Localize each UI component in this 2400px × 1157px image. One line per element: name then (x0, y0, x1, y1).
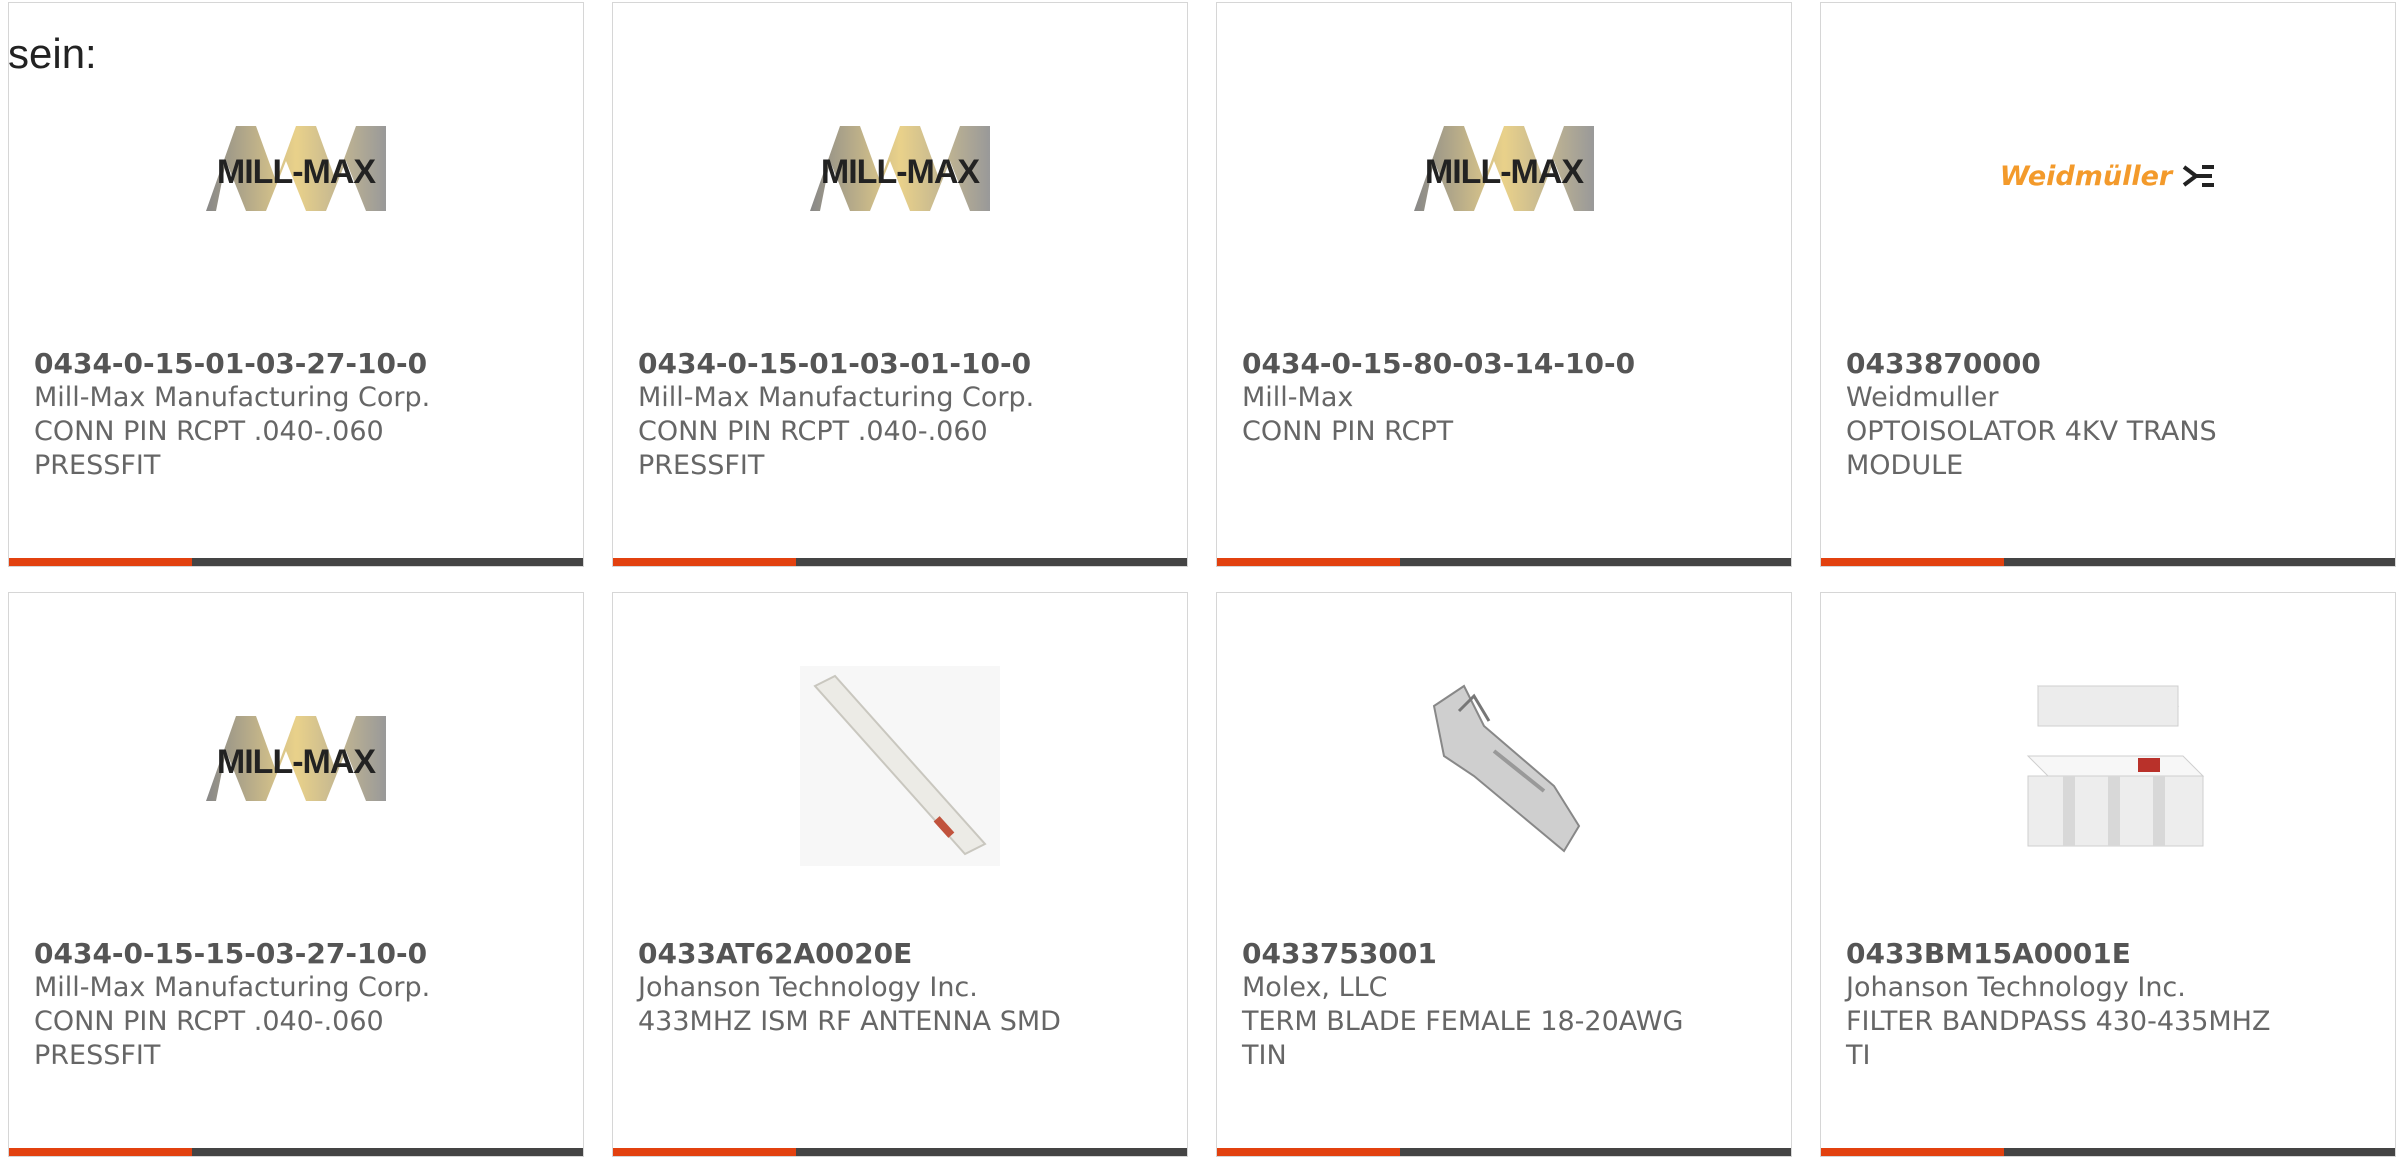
progress-bar (613, 558, 1187, 566)
product-card[interactable]: MILL-MAX 0434-0-15-01-03-27-10-0 Mill-Ma… (8, 2, 584, 567)
product-card[interactable]: MILL-MAX 0434-0-15-80-03-14-10-0 Mill-Ma… (1216, 2, 1792, 567)
part-number[interactable]: 0433870000 (1846, 347, 2375, 381)
manufacturer: Molex, LLC (1242, 972, 1388, 1003)
description-line: 433MHZ ISM RF ANTENNA SMD (638, 1006, 1061, 1037)
manufacturer: Johanson Technology Inc. (638, 972, 978, 1003)
chip-antenna-photo (800, 666, 1000, 866)
bar-accent (613, 558, 796, 566)
product-image[interactable] (613, 666, 1187, 866)
product-card[interactable]: 0433AT62A0020E Johanson Technology Inc. … (612, 592, 1188, 1157)
product-grid: MILL-MAX 0434-0-15-01-03-27-10-0 Mill-Ma… (0, 0, 2400, 1157)
product-info: 0434-0-15-15-03-27-10-0 Mill-Max Manufac… (34, 937, 563, 1073)
manufacturer: Mill-Max Manufacturing Corp. (34, 972, 431, 1003)
manufacturer: Johanson Technology Inc. (1846, 972, 2186, 1003)
product-info: 0433870000 Weidmuller OPTOISOLATOR 4KV T… (1846, 347, 2375, 483)
product-info: 0434-0-15-01-03-27-10-0 Mill-Max Manufac… (34, 347, 563, 483)
product-image[interactable]: MILL-MAX (9, 681, 583, 851)
weidmuller-logo: Weidmüller (2000, 161, 2216, 192)
mill-max-logo: MILL-MAX (810, 126, 990, 211)
progress-bar (1821, 558, 2395, 566)
svg-text:MILL-MAX: MILL-MAX (217, 153, 377, 191)
svg-text:MILL-MAX: MILL-MAX (1425, 153, 1585, 191)
bar-accent (1821, 558, 2004, 566)
smd-filter-photo (2026, 685, 2205, 847)
product-card[interactable]: 0433753001 Molex, LLC TERM BLADE FEMALE … (1216, 592, 1792, 1157)
description-line: CONN PIN RCPT .040-.060 (34, 1006, 384, 1037)
product-card[interactable]: Weidmüller 0433870000 Weidmuller OPTOISO… (1820, 2, 2396, 567)
product-image[interactable] (1217, 681, 1791, 853)
description-line: PRESSFIT (34, 450, 161, 481)
description-line: TI (1846, 1040, 1871, 1071)
weidmuller-mark-icon (2183, 165, 2215, 187)
description-line: FILTER BANDPASS 430-435MHZ (1846, 1006, 2271, 1037)
mill-max-logo: MILL-MAX (206, 716, 386, 801)
description-line: CONN PIN RCPT .040-.060 (638, 416, 988, 447)
part-number[interactable]: 0434-0-15-01-03-01-10-0 (638, 347, 1167, 381)
manufacturer: Weidmuller (1846, 382, 1999, 413)
weidmuller-logo-text: Weidmüller (1999, 160, 2173, 192)
product-image[interactable]: MILL-MAX (613, 91, 1187, 261)
part-number[interactable]: 0434-0-15-01-03-27-10-0 (34, 347, 563, 381)
description-line: CONN PIN RCPT (1242, 416, 1454, 447)
product-card[interactable]: MILL-MAX 0434-0-15-01-03-01-10-0 Mill-Ma… (612, 2, 1188, 567)
bar-accent (1217, 558, 1400, 566)
product-card[interactable]: 0433BM15A0001E Johanson Technology Inc. … (1820, 592, 2396, 1157)
product-image[interactable]: Weidmüller (1821, 91, 2395, 261)
description-line: PRESSFIT (638, 450, 765, 481)
intro-text: sein: (8, 30, 97, 77)
part-number[interactable]: 0433AT62A0020E (638, 937, 1167, 971)
part-number[interactable]: 0434-0-15-15-03-27-10-0 (34, 937, 563, 971)
mill-max-logo: MILL-MAX (1414, 126, 1594, 211)
part-number[interactable]: 0434-0-15-80-03-14-10-0 (1242, 347, 1771, 381)
product-info: 0434-0-15-80-03-14-10-0 Mill-Max CONN PI… (1242, 347, 1771, 449)
product-card[interactable]: MILL-MAX 0434-0-15-15-03-27-10-0 Mill-Ma… (8, 592, 584, 1157)
svg-text:MILL-MAX: MILL-MAX (217, 743, 377, 781)
progress-bar (1217, 558, 1791, 566)
part-number[interactable]: 0433753001 (1242, 937, 1771, 971)
svg-text:MILL-MAX: MILL-MAX (821, 153, 981, 191)
description-line: TERM BLADE FEMALE 18-20AWG (1242, 1006, 1684, 1037)
description-line: CONN PIN RCPT .040-.060 (34, 416, 384, 447)
product-info: 0433753001 Molex, LLC TERM BLADE FEMALE … (1242, 937, 1771, 1073)
part-number[interactable]: 0433BM15A0001E (1846, 937, 2375, 971)
crimp-terminal-photo (1432, 684, 1581, 853)
product-info: 0433BM15A0001E Johanson Technology Inc. … (1846, 937, 2375, 1073)
bar-accent (9, 558, 192, 566)
manufacturer: Mill-Max Manufacturing Corp. (638, 382, 1035, 413)
description-line: MODULE (1846, 450, 1964, 481)
product-image[interactable]: MILL-MAX (1217, 91, 1791, 261)
description-line: PRESSFIT (34, 1040, 161, 1071)
product-info: 0433AT62A0020E Johanson Technology Inc. … (638, 937, 1167, 1039)
description-line: OPTOISOLATOR 4KV TRANS (1846, 416, 2217, 447)
description-line: TIN (1242, 1040, 1287, 1071)
product-image[interactable] (1821, 681, 2395, 851)
mill-max-logo: MILL-MAX (206, 126, 386, 211)
manufacturer: Mill-Max Manufacturing Corp. (34, 382, 431, 413)
manufacturer: Mill-Max (1242, 382, 1354, 413)
product-info: 0434-0-15-01-03-01-10-0 Mill-Max Manufac… (638, 347, 1167, 483)
product-image[interactable]: MILL-MAX (9, 91, 583, 261)
progress-bar (9, 558, 583, 566)
